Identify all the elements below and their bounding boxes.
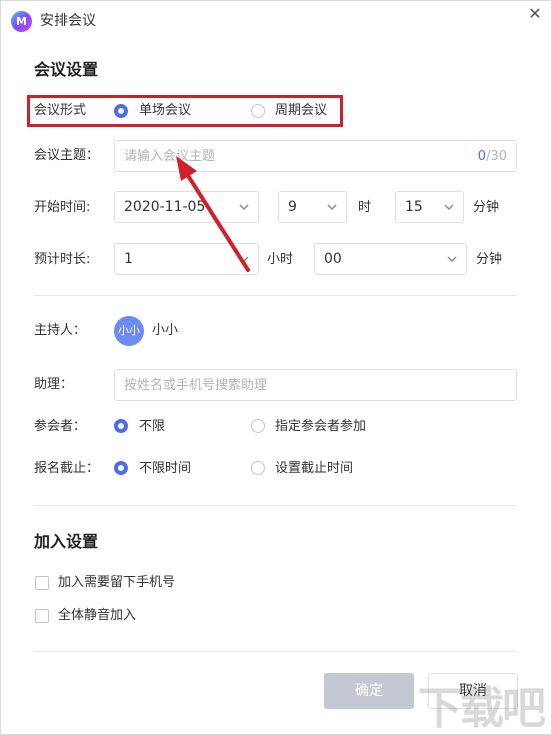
duration-minutes-value: 00 — [324, 251, 342, 267]
radio-attendees-specified[interactable] — [251, 419, 265, 433]
close-icon[interactable]: ✕ — [525, 4, 545, 24]
radio-deadline-set[interactable] — [251, 461, 265, 475]
topic-char-counter: 0/30 — [478, 148, 507, 166]
checkbox-mute-all-label[interactable]: 全体静音加入 — [58, 607, 136, 625]
start-date-value: 2020-11-05 — [124, 199, 206, 215]
radio-deadline-unlimited-label[interactable]: 不限时间 — [139, 460, 191, 478]
start-hour-value: 9 — [288, 199, 297, 215]
section-title-meeting-settings: 会议设置 — [34, 60, 99, 79]
radio-deadline-unlimited[interactable] — [114, 461, 128, 475]
radio-deadline-set-label[interactable]: 设置截止时间 — [275, 460, 353, 478]
checkbox-require-phone[interactable] — [35, 576, 49, 590]
start-time-label: 开始时间: — [34, 200, 91, 215]
chevron-down-icon — [327, 204, 337, 210]
assistant-label: 助理： — [34, 377, 74, 392]
duration-hours-select[interactable]: 1 — [114, 243, 259, 275]
start-hour-select[interactable]: 9 — [278, 191, 347, 223]
app-logo-icon: M — [11, 11, 32, 32]
section-title-join-settings: 加入设置 — [34, 532, 99, 551]
chevron-down-icon — [239, 204, 249, 210]
duration-hours-value: 1 — [124, 251, 133, 267]
assistant-placeholder: 按姓名或手机号搜索助理 — [124, 378, 268, 393]
chevron-down-icon — [239, 256, 249, 262]
host-label: 主持人： — [34, 323, 87, 338]
chevron-down-icon — [447, 256, 457, 262]
hours-unit-label: 小时 — [267, 252, 294, 267]
topic-placeholder: 请输入会议主题 — [124, 149, 216, 164]
annotation-highlight-box — [27, 95, 343, 127]
topic-char-max: /30 — [486, 149, 507, 164]
assistant-search-input[interactable]: 按姓名或手机号搜索助理 — [114, 369, 517, 401]
topic-char-count: 0 — [477, 149, 487, 164]
watermark-logo: 下载吧 — [418, 683, 546, 734]
duration-label: 预计时长: — [34, 252, 91, 267]
host-avatar: 小小 — [114, 316, 144, 346]
deadline-label: 报名截止： — [34, 461, 100, 476]
hour-unit-label: 时 — [358, 200, 372, 215]
start-date-select[interactable]: 2020-11-05 — [114, 191, 259, 223]
divider — [34, 651, 517, 652]
topic-label: 会议主题： — [34, 148, 100, 163]
window-title: 安排会议 — [40, 13, 96, 29]
chevron-down-icon — [444, 204, 454, 210]
radio-attendees-specified-label[interactable]: 指定参会者参加 — [275, 418, 366, 436]
topic-input[interactable]: 请输入会议主题 0/30 — [114, 140, 517, 172]
start-minute-value: 15 — [405, 199, 423, 215]
radio-attendees-unlimited[interactable] — [114, 419, 128, 433]
checkbox-mute-all[interactable] — [35, 609, 49, 623]
divider — [34, 295, 517, 296]
checkbox-require-phone-label[interactable]: 加入需要留下手机号 — [58, 574, 175, 592]
start-minute-select[interactable]: 15 — [395, 191, 464, 223]
minutes-unit-label: 分钟 — [476, 252, 503, 267]
host-name: 小小 — [152, 323, 179, 338]
attendees-label: 参会者： — [34, 419, 87, 434]
divider — [34, 505, 517, 506]
confirm-button[interactable]: 确定 — [324, 673, 414, 709]
duration-minutes-select[interactable]: 00 — [314, 243, 467, 275]
radio-attendees-unlimited-label[interactable]: 不限 — [139, 418, 165, 436]
minute-unit-label: 分钟 — [473, 200, 500, 215]
